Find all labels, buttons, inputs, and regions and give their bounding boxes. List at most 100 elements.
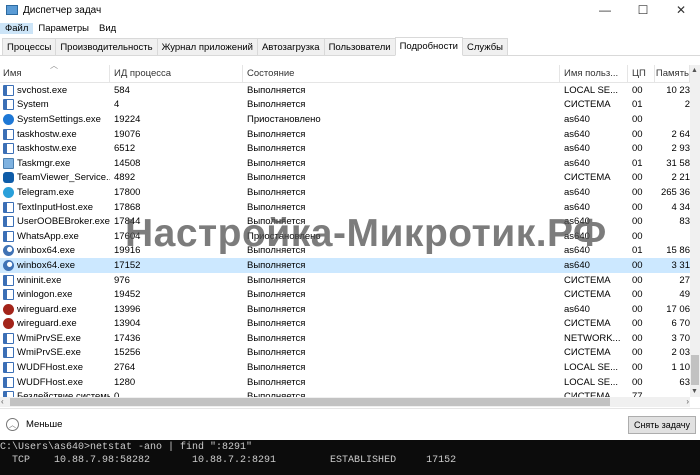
menu-view[interactable]: Вид	[94, 23, 121, 34]
console-command: C:\Users\as640>netstat -ano | find ":829…	[0, 442, 253, 453]
table-row[interactable]: WmiPrvSE.exe 15256 Выполняется СИСТЕМА 00 2 0…	[0, 346, 690, 361]
scroll-down-icon[interactable]: ▼	[691, 388, 698, 395]
table-row[interactable]: wireguard.exe 13996 Выполняется as640 00 17 0…	[0, 302, 690, 317]
cell-mem: 2 21	[655, 171, 691, 186]
cell-text: WhatsApp.exe	[17, 230, 79, 242]
table-row[interactable]: WUDFHost.exe 1280 Выполняется LOCAL SE... 00…	[0, 375, 690, 390]
tab-details[interactable]: Подробности	[394, 37, 463, 56]
cell-text: LOCAL SE...	[564, 84, 619, 96]
cell-pid: 13996	[110, 302, 243, 317]
menu-options[interactable]: Параметры	[33, 23, 94, 34]
cell-text: 1 10	[671, 362, 691, 374]
scroll-thumb[interactable]	[691, 355, 699, 385]
cell-text: 00	[632, 274, 643, 286]
end-task-button[interactable]: Снять задачу	[627, 415, 696, 434]
cell-text: Выполняется	[247, 245, 306, 257]
table-row[interactable]: WhatsApp.exe 17604 Приостановлено as640 00	[0, 229, 690, 244]
hscroll-thumb[interactable]	[10, 398, 610, 406]
tab-performance[interactable]: Производительность	[55, 38, 158, 55]
cell-pid: 4	[110, 98, 243, 113]
cell-text: Telegram.exe	[17, 186, 75, 198]
task-manager-icon	[6, 5, 18, 15]
cell-user: LOCAL SE...	[560, 360, 628, 375]
scroll-up-icon[interactable]: ▲	[691, 67, 698, 74]
table-row[interactable]: System 4 Выполняется СИСТЕМА 01 2	[0, 98, 690, 113]
cell-name: wireguard.exe	[0, 317, 110, 332]
menu-bar: Файл Параметры Вид	[0, 20, 700, 37]
table-row[interactable]: SystemSettings.exe 19224 Приостановлено as6…	[0, 112, 690, 127]
wg-process-icon	[3, 318, 14, 330]
chevron-up-icon[interactable]: ︿	[6, 418, 19, 431]
cell-text: 3 70	[671, 332, 691, 344]
column-header-state[interactable]: Состояние	[243, 65, 560, 82]
cell-pid: 0	[110, 389, 243, 397]
cell-name: TeamViewer_Service....	[0, 171, 110, 186]
column-header-cpu[interactable]: ЦП	[628, 65, 655, 82]
minimize-button[interactable]: —	[586, 3, 624, 17]
cell-text: wireguard.exe	[17, 318, 77, 330]
tab-app-history[interactable]: Журнал приложений	[156, 38, 258, 55]
cell-text: 00	[632, 362, 643, 374]
cell-text: 2764	[114, 362, 136, 374]
cell-state: Выполняется	[243, 156, 560, 171]
table-row[interactable]: WmiPrvSE.exe 17436 Выполняется NETWORK... 00…	[0, 331, 690, 346]
table-row[interactable]: wininit.exe 976 Выполняется СИСТЕМА 00 27	[0, 273, 690, 288]
close-button[interactable]: ✕	[662, 3, 700, 17]
vertical-scrollbar[interactable]: ▲ ▼	[690, 65, 700, 397]
tab-startup[interactable]: Автозагрузка	[256, 38, 325, 55]
cell-state: Выполняется	[243, 83, 560, 98]
cell-user: СИСТЕМА	[560, 273, 628, 288]
maximize-button[interactable]: ☐	[624, 3, 662, 17]
scroll-right-icon[interactable]: ›	[686, 397, 689, 406]
tab-users[interactable]: Пользователи	[323, 38, 396, 55]
table-row[interactable]: WUDFHost.exe 2764 Выполняется LOCAL SE... 00…	[0, 360, 690, 375]
fewer-details-link[interactable]: Меньше	[26, 419, 62, 430]
tab-processes[interactable]: Процессы	[2, 38, 57, 55]
cell-text: 00	[632, 332, 643, 344]
table-row[interactable]: wireguard.exe 13904 Выполняется СИСТЕМА 00 6 …	[0, 317, 690, 332]
table-row[interactable]: TeamViewer_Service.... 4892 Выполняется СИС…	[0, 171, 690, 186]
cell-text: СИСТЕМА	[564, 99, 611, 111]
table-row[interactable]: Бездействие системы 0 Выполняется СИСТЕМА 77	[0, 389, 690, 397]
column-header-pid[interactable]: ИД процесса	[110, 65, 243, 82]
column-header-name[interactable]: Имя	[0, 65, 110, 82]
table-row[interactable]: UserOOBEBroker.exe 17844 Выполняется as640 0…	[0, 214, 690, 229]
scroll-left-icon[interactable]: ‹	[1, 397, 4, 406]
cell-pid: 19916	[110, 244, 243, 259]
table-row[interactable]: Telegram.exe 17800 Выполняется as640 00 265 3…	[0, 185, 690, 200]
cell-name: Taskmgr.exe	[0, 156, 110, 171]
cell-name: winlogon.exe	[0, 287, 110, 302]
cell-user: СИСТЕМА	[560, 317, 628, 332]
cell-text: 63	[679, 376, 690, 388]
horizontal-scrollbar[interactable]: ‹ ›	[0, 397, 690, 407]
cell-text: Выполняется	[247, 172, 306, 184]
column-header-memory[interactable]: Память	[655, 65, 690, 82]
table-row[interactable]: TextInputHost.exe 17868 Выполняется as640 00…	[0, 200, 690, 215]
table-row[interactable]: winlogon.exe 19452 Выполняется СИСТЕМА 00 49	[0, 287, 690, 302]
cell-text: taskhostw.exe	[17, 143, 77, 155]
cell-text: СИСТЕМА	[564, 274, 611, 286]
cell-text: 00	[632, 318, 643, 330]
menu-file[interactable]: Файл	[0, 23, 34, 34]
table-row[interactable]: winbox64.exe 19916 Выполняется as640 01 15 86	[0, 244, 690, 259]
table-row[interactable]: taskhostw.exe 6512 Выполняется as640 00 2 93	[0, 141, 690, 156]
cell-text: as640	[564, 216, 590, 228]
cell-mem: 4 34	[655, 200, 691, 215]
cell-cpu: 00	[628, 287, 655, 302]
table-row[interactable]: winbox64.exe 17152 Выполняется as640 00 3 31	[0, 258, 690, 273]
cell-cpu: 00	[628, 185, 655, 200]
cell-text: 00	[632, 186, 643, 198]
cell-cpu: 00	[628, 112, 655, 127]
table-row[interactable]: Taskmgr.exe 14508 Выполняется as640 01 31 58	[0, 156, 690, 171]
table-row[interactable]: svchost.exe 584 Выполняется LOCAL SE... 00 10…	[0, 83, 690, 98]
table-row[interactable]: taskhostw.exe 19076 Выполняется as640 00 2 64	[0, 127, 690, 142]
cell-text: 6 70	[671, 318, 691, 330]
cell-text: 17604	[114, 230, 141, 242]
column-header-user[interactable]: Имя польз...	[560, 65, 628, 82]
cell-state: Приостановлено	[243, 112, 560, 127]
cell-text: 4	[114, 99, 120, 111]
cell-mem: 31 58	[655, 156, 690, 171]
cell-text: Выполняется	[247, 201, 306, 213]
cell-state: Выполняется	[243, 287, 560, 302]
tab-services[interactable]: Службы	[462, 38, 508, 55]
